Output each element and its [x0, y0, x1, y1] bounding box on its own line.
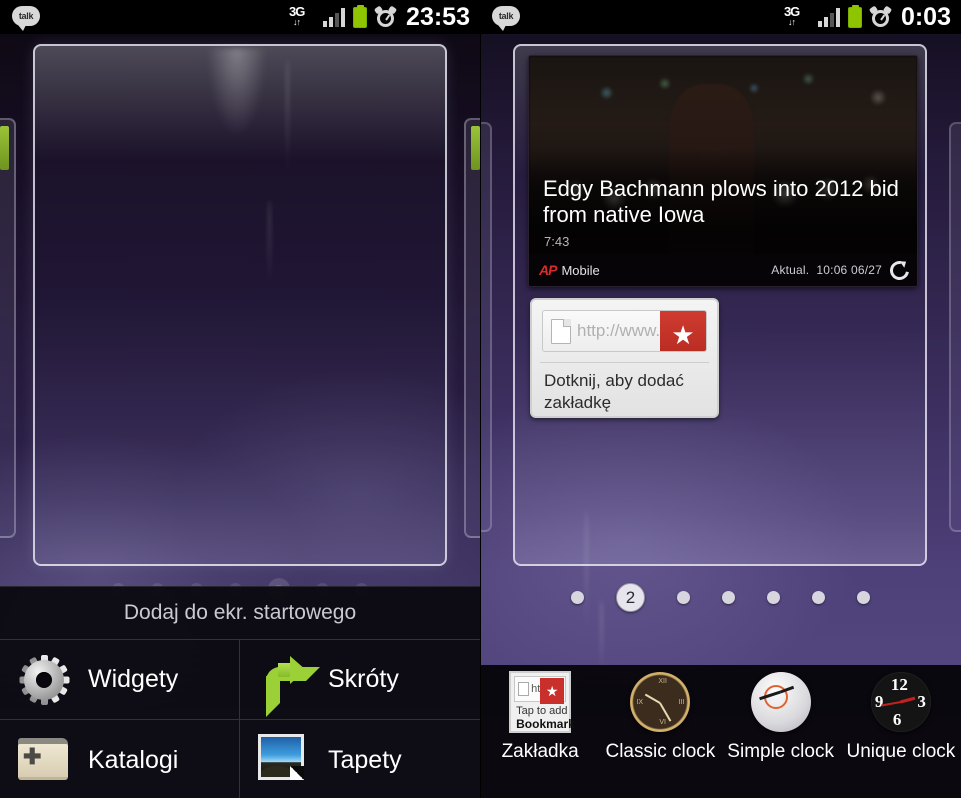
green-arrow-icon: [258, 654, 320, 717]
tray-item-label: Classic clock: [605, 741, 716, 762]
star-icon: ★: [540, 678, 565, 704]
tray-item-simple-clock[interactable]: Simple clock: [721, 670, 841, 764]
talk-icon: talk: [12, 6, 42, 28]
right-phone-screen: Edgy Bachmann plows into 2012 bid from n…: [480, 0, 961, 798]
bookmark-widget[interactable]: http://www. ★ Dotknij, aby dodać zakładk…: [530, 298, 719, 418]
talk-icon: talk: [492, 6, 522, 28]
widget-picker-tray: http ★ Tap to add Bookmark Zakładka XII …: [480, 665, 961, 798]
sheet-item-label: Katalogi: [88, 745, 179, 774]
status-icons-left: 3G ↓↑ 23:53: [289, 3, 480, 32]
sheet-item-widgets[interactable]: Widgety: [0, 640, 240, 720]
page-dot-6[interactable]: [812, 591, 825, 604]
page-dot-3[interactable]: [677, 591, 690, 604]
news-updated-label: Aktual.: [771, 263, 810, 277]
screen-edge-indicator-right: [471, 126, 480, 170]
classic-clock-icon: XII III VI IX: [630, 670, 691, 734]
status-icons-right: 3G ↓↑ 0:03: [784, 3, 961, 32]
screen-preview-current[interactable]: [33, 44, 447, 566]
ap-logo-icon: AP: [539, 262, 557, 278]
sheet-item-wallpapers[interactable]: Tapety: [240, 720, 480, 798]
news-source-name: Mobile: [561, 262, 600, 278]
news-updated: Aktual. 10:06 06/27: [771, 263, 882, 277]
page-dot-7[interactable]: [857, 591, 870, 604]
gear-icon: [18, 654, 70, 706]
screen-preview-prev[interactable]: [480, 122, 492, 532]
tray-item-unique-clock[interactable]: 12 3 6 9 Unique clock: [841, 670, 961, 764]
screen-preview-prev[interactable]: [0, 118, 16, 538]
star-glyph: ★: [545, 682, 559, 699]
status-clock: 23:53: [406, 2, 470, 31]
3g-data-icon: 3G ↓↑: [289, 5, 315, 29]
page-dot-1[interactable]: [571, 591, 584, 604]
status-bar-left: talk 3G ↓↑ 23:53: [0, 0, 480, 34]
bookmark-url-text: http://www.: [577, 321, 661, 340]
sheet-item-label: Skróty: [328, 665, 399, 693]
tray-item-classic-clock[interactable]: XII III VI IX Classic clock: [600, 670, 720, 764]
signal-bars-icon: [323, 7, 346, 27]
star-glyph: ★: [671, 319, 695, 350]
tray-item-bookmark[interactable]: http ★ Tap to add Bookmark Zakładka: [480, 670, 600, 764]
page-dot-current[interactable]: 2: [616, 583, 645, 612]
sheet-item-folders[interactable]: ✚ Katalogi: [0, 720, 240, 798]
talk-icon-label: talk: [492, 6, 520, 26]
signal-bars-icon: [817, 7, 840, 27]
news-time: 7:43: [544, 234, 570, 249]
news-footer: AP Mobile Aktual. 10:06 06/27: [529, 254, 917, 286]
panel-divider: [480, 0, 481, 798]
picture-icon: [258, 734, 310, 786]
battery-icon: [847, 4, 862, 28]
star-icon: ★: [660, 311, 706, 351]
bookmark-caption: Dotknij, aby dodać zakładkę: [544, 371, 684, 412]
page-dot-4[interactable]: [722, 591, 735, 604]
3g-data-icon: 3G ↓↑: [784, 5, 810, 29]
sheet-item-shortcuts[interactable]: Skróty: [240, 640, 480, 720]
tray-item-label: Simple clock: [727, 741, 834, 762]
refresh-icon[interactable]: [886, 256, 913, 284]
screenshot-stage: 5 talk 3G ↓↑ 23:53: [0, 0, 961, 798]
page-indicator: 2: [480, 583, 961, 612]
bookmark-mini-line1: Tap to add: [516, 705, 568, 717]
battery-icon: [353, 4, 368, 28]
screen-preview-next[interactable]: [464, 118, 480, 538]
talk-icon-label: talk: [12, 6, 40, 26]
alarm-icon: [373, 5, 398, 28]
sheet-item-label: Widgety: [88, 665, 179, 693]
alarm-icon: [868, 5, 893, 28]
bookmark-url-row: http://www. ★: [542, 310, 707, 352]
bookmark-widget-icon: http ★ Tap to add Bookmark: [509, 670, 575, 734]
screen-edge-indicator-left: [0, 126, 9, 170]
add-to-home-sheet: Dodaj do ekr. startowego Widgety Skróty …: [0, 586, 480, 798]
status-clock: 0:03: [900, 2, 951, 31]
page-dot-5[interactable]: [767, 591, 780, 604]
bookmark-separator: [540, 362, 709, 363]
tray-item-label: Unique clock: [846, 741, 956, 762]
sheet-title: Dodaj do ekr. startowego: [123, 601, 357, 624]
data-arrows-icon: ↓↑: [293, 17, 301, 27]
bookmark-mini-line2: Bookmark: [516, 717, 575, 731]
news-updated-value: 10:06 06/27: [816, 263, 882, 277]
page-icon: [551, 318, 571, 344]
simple-clock-icon: [750, 670, 811, 734]
sheet-options-grid: Widgety Skróty ✚ Katalogi Tapety: [0, 639, 480, 798]
sheet-item-label: Tapety: [328, 745, 402, 774]
data-arrows-icon: ↓↑: [787, 17, 796, 27]
folder-plus-icon: ✚: [18, 734, 70, 786]
news-widget[interactable]: Edgy Bachmann plows into 2012 bid from n…: [528, 55, 918, 287]
screen-preview-next[interactable]: [949, 122, 961, 532]
left-phone-screen: 5 talk 3G ↓↑ 23:53: [0, 0, 480, 798]
tray-item-label: Zakładka: [501, 741, 579, 762]
news-headline: Edgy Bachmann plows into 2012 bid from n…: [543, 176, 899, 227]
unique-clock-icon: 12 3 6 9: [870, 670, 931, 734]
status-bar-right: talk 3G ↓↑ 0:03: [480, 0, 961, 34]
